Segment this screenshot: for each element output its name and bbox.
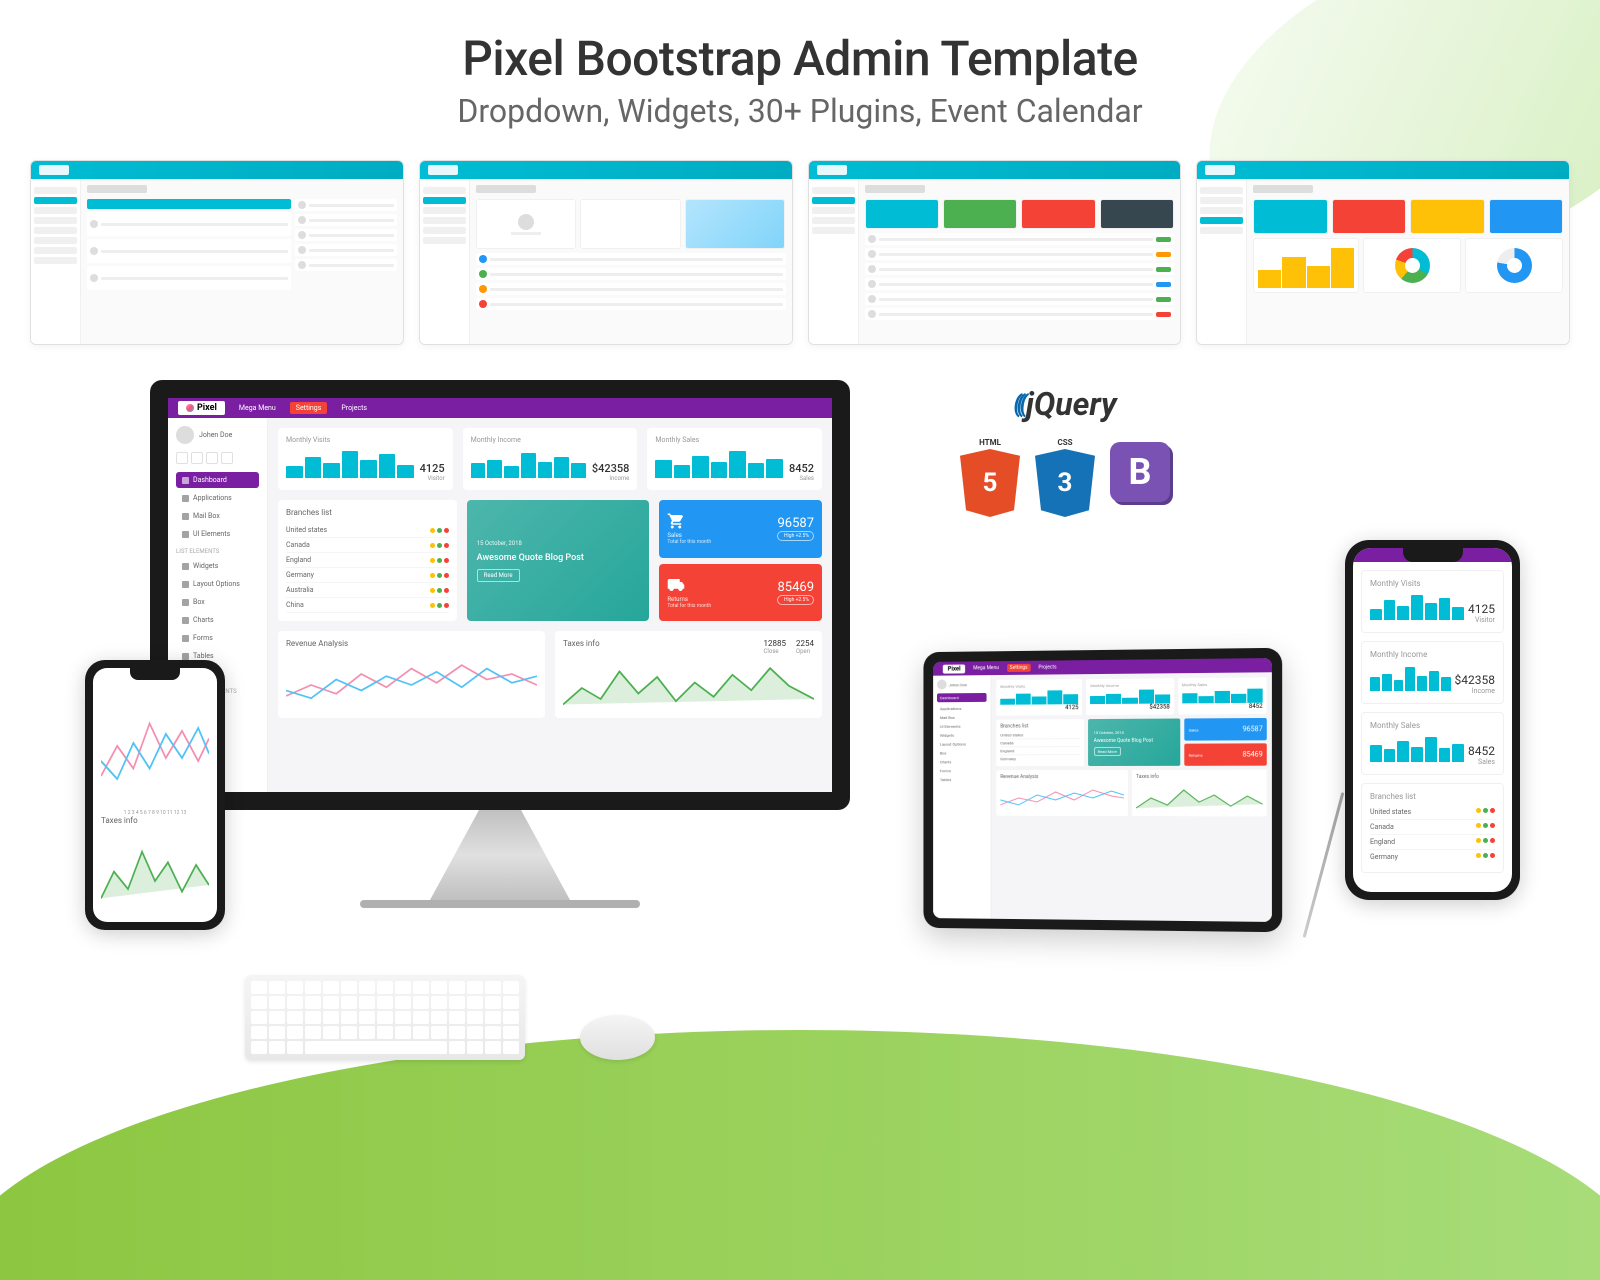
thumbnail-chats [30, 160, 404, 345]
bookmark-icon[interactable] [206, 452, 218, 464]
thumbnail-row [0, 145, 1600, 360]
nav-elements[interactable]: UI Elements [176, 526, 259, 542]
page-title: Pixel Bootstrap Admin Template [0, 30, 1600, 87]
nav-mailbox[interactable]: Mail Box [176, 508, 259, 524]
thumbnail-charts [1196, 160, 1570, 345]
phone-stat-visits: Monthly Visits 4125Visitor [1361, 570, 1504, 633]
monitor-device: Pixel Mega Menu Settings Projects Johen … [150, 380, 850, 908]
app-logo[interactable]: Pixel [178, 401, 225, 415]
branch-item[interactable]: Germany [286, 568, 449, 583]
bootstrap-logo: B [1110, 442, 1170, 502]
revenue-card: Revenue Analysis [278, 631, 545, 718]
cart-icon [667, 512, 685, 530]
tablet-device: Pixel Mega Menu Settings Projects Johen … [923, 648, 1282, 932]
envelope-icon[interactable] [176, 452, 188, 464]
sales-card: Sales Total for this month 96587High +2.… [659, 500, 822, 558]
phone-branches: Branches list United states Canada Engla… [1361, 783, 1504, 873]
nav-forms[interactable]: Forms [176, 630, 259, 646]
stylus [1303, 792, 1345, 938]
page-subtitle: Dropdown, Widgets, 30+ Plugins, Event Ca… [0, 92, 1600, 130]
phone-taxes-chart [101, 825, 209, 905]
stat-income: Monthly Income $42358Income [463, 428, 638, 490]
revenue-chart [286, 652, 537, 707]
nav-box[interactable]: Box [176, 594, 259, 610]
chat-icon[interactable] [191, 452, 203, 464]
phone-right-device: Monthly Visits 4125Visitor Monthly Incom… [1345, 540, 1520, 900]
stat-sales: Monthly Sales 8452Sales [647, 428, 822, 490]
phone-left-device: 1 2 3 4 5 6 7 8 9 10 11 12 13 Taxes info [85, 660, 225, 930]
thumb-title [87, 185, 147, 193]
upload-icon[interactable] [221, 452, 233, 464]
menu-projects[interactable]: Projects [335, 402, 373, 414]
branch-item[interactable]: China [286, 598, 449, 613]
css3-logo: CSS 3 [1035, 438, 1095, 506]
menu-settings[interactable]: Settings [290, 402, 328, 414]
menu-mega[interactable]: Mega Menu [233, 402, 282, 414]
branch-item[interactable]: United states [286, 523, 449, 538]
header: Pixel Bootstrap Admin Template Dropdown,… [0, 0, 1600, 145]
branches-card: Branches list United states Canada Engla… [278, 500, 457, 621]
dash-header: Pixel Mega Menu Settings Projects [168, 398, 832, 418]
branch-item[interactable]: England [286, 553, 449, 568]
html5-logo: HTML 5 [960, 438, 1020, 506]
branch-item[interactable]: Canada [286, 538, 449, 553]
keyboard [245, 975, 525, 1060]
jquery-logo: jQuery [1013, 385, 1116, 423]
blog-card: 15 October, 2018 Awesome Quote Blog Post… [467, 500, 650, 621]
taxes-title: Taxes info [101, 816, 209, 825]
phone-left-chart [101, 686, 209, 806]
nav-charts[interactable]: Charts [176, 612, 259, 628]
taxes-card: Taxes info 12885Close 2254Open [555, 631, 822, 718]
read-more-button[interactable]: Read More [477, 569, 520, 582]
thumbnail-profile [419, 160, 793, 345]
mouse [580, 1015, 655, 1060]
thumbnail-support [808, 160, 1182, 345]
nav-layout[interactable]: Layout Options [176, 576, 259, 592]
user-profile[interactable]: Johen Doe [176, 426, 259, 444]
returns-card: Returns Total for this month 85469High +… [659, 564, 822, 622]
tech-logos: jQuery HTML 5 CSS 3 B [960, 385, 1170, 506]
phone-stat-sales: Monthly Sales 8452Sales [1361, 712, 1504, 775]
avatar [176, 426, 194, 444]
nav-applications[interactable]: Applications [176, 490, 259, 506]
branch-item[interactable]: Australia [286, 583, 449, 598]
truck-icon [667, 576, 685, 594]
nav-widgets[interactable]: Widgets [176, 558, 259, 574]
taxes-chart [563, 655, 814, 710]
nav-dashboard[interactable]: Dashboard [176, 472, 259, 488]
phone-stat-income: Monthly Income $42358Income [1361, 641, 1504, 704]
stat-visits: Monthly Visits 4125Visitor [278, 428, 453, 490]
